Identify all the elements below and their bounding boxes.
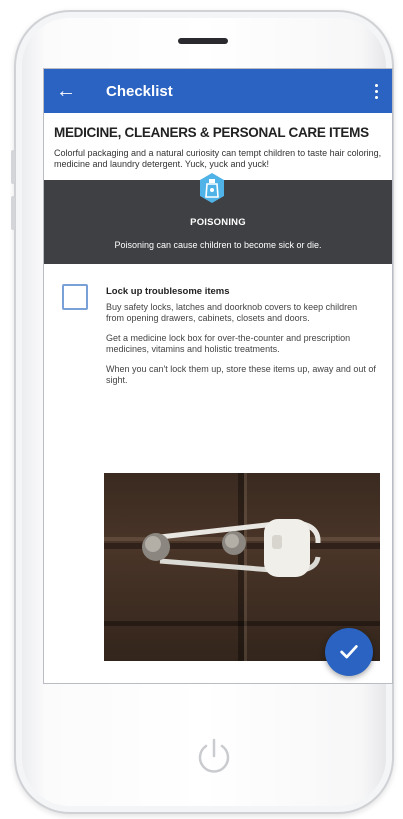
check-icon: [340, 645, 358, 659]
check-fab-button[interactable]: [325, 628, 373, 676]
volume-button: [11, 150, 15, 184]
arrow-back-icon[interactable]: ←: [44, 80, 88, 103]
section-title: MEDICINE, CLEANERS & PERSONAL CARE ITEMS: [54, 125, 369, 140]
power-icon[interactable]: [190, 732, 238, 780]
earpiece-speaker: [178, 38, 228, 44]
more-vertical-icon[interactable]: [370, 79, 382, 103]
hazard-title: POISONING: [190, 217, 246, 228]
item-paragraph: Get a medicine lock box for over-the-cou…: [106, 333, 351, 354]
hazard-text: Poisoning can cause children to become s…: [114, 240, 322, 250]
app-bar: ← Checklist: [44, 69, 392, 113]
volume-button: [11, 196, 15, 230]
item-title: Lock up troublesome items: [106, 286, 230, 297]
hazard-banner: POISONING Poisoning can cause children t…: [44, 173, 392, 264]
item-paragraph: When you can't lock them up, store these…: [106, 364, 376, 385]
item-paragraph: Buy safety locks, latches and doorknob c…: [106, 302, 358, 323]
section-description: Colorful packaging and a natural curiosi…: [54, 148, 382, 169]
item-checkbox[interactable]: [62, 284, 88, 310]
app-title: Checklist: [106, 82, 173, 100]
item-body: Buy safety locks, latches and doorknob c…: [106, 302, 376, 395]
poison-bottle-icon: [200, 173, 224, 203]
